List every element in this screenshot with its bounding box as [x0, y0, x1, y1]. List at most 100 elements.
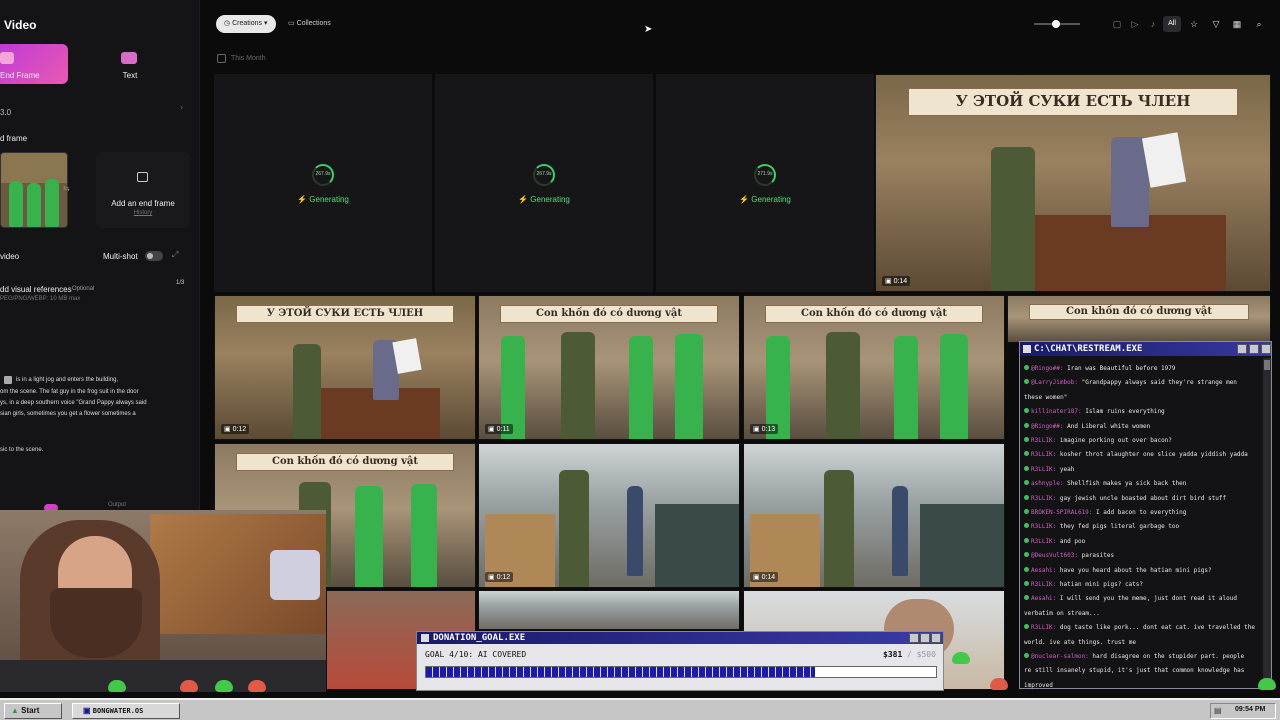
chat-text: improved — [1024, 681, 1053, 689]
chat-scrollbar-thumb[interactable] — [1264, 360, 1270, 370]
add-end-frame-button[interactable]: Add an end frame History — [96, 152, 190, 228]
user-badge-icon — [1024, 566, 1029, 572]
chat-message: R3LLIK: hatian mini pigs? cats? — [1024, 580, 1256, 589]
chat-message: BROKEN-SPIRAL619: I add bacon to everyth… — [1024, 508, 1256, 517]
video-filter-icon[interactable]: ▷ — [1128, 17, 1142, 31]
chat-text: gay jewish uncle boasted about dirt bird… — [1059, 494, 1227, 502]
frog-logo-icon: ▲ — [11, 706, 22, 715]
prompt-line: om the scene. The fat guy in the frog su… — [0, 389, 139, 395]
donation-window-title: DONATION_GOAL.EXE — [417, 632, 943, 644]
video-thumbnail[interactable]: Con khốn đó có dương vật ▣ 0:13 — [743, 295, 1005, 440]
prompt-line: ys, in a deep southern voice "Grand Papp… — [0, 400, 147, 406]
video-thumbnail[interactable] — [478, 590, 740, 630]
chat-window[interactable]: C:\CHAT\RESTREAM.EXE @Ringo##: Iran was … — [1019, 341, 1272, 689]
chat-message: improved — [1024, 681, 1256, 690]
donation-goal-text: GOAL 4/10: AI COVERED — [425, 650, 527, 659]
generating-status: ⚡ Generating — [518, 195, 570, 204]
maximize-button[interactable] — [920, 633, 930, 643]
collections-tab[interactable]: ▭ Collections — [280, 15, 339, 33]
chat-text: re still insanely stupid, it's just that… — [1024, 667, 1245, 675]
user-badge-icon — [1024, 537, 1029, 543]
multishot-toggle[interactable] — [145, 251, 163, 261]
prompt-line: sic to the scene. — [0, 447, 44, 453]
scene-sign: Con khốn đó có dương vật — [499, 304, 719, 323]
swap-icon[interactable]: ⇆ — [63, 184, 70, 193]
chat-username: ashnyple: — [1031, 480, 1064, 488]
model-version[interactable]: 3.0 — [0, 108, 11, 117]
chat-text: Islam ruins everything — [1085, 408, 1165, 416]
close-button[interactable] — [931, 633, 941, 643]
user-badge-icon — [1024, 422, 1029, 428]
collections-label: Collections — [296, 20, 331, 27]
tab-end-frame[interactable]: End Frame — [0, 44, 68, 84]
maximize-button[interactable] — [1249, 344, 1259, 354]
prompt-text-area[interactable]: is in a light jog and enters the buildin… — [0, 374, 196, 464]
chevron-right-icon[interactable]: › — [180, 102, 183, 112]
grid-icon[interactable]: ▦ — [1230, 17, 1244, 31]
creations-dropdown[interactable]: ◷ Creations ▾ — [216, 15, 276, 33]
chat-message: @LarryJimbob: "Grandpappy always said th… — [1024, 378, 1256, 387]
filter-icon[interactable]: ▽ — [1209, 17, 1223, 31]
system-tray: ▤ 09:54 PM — [1210, 703, 1276, 719]
start-button[interactable]: ▲ Start — [4, 703, 62, 719]
star-icon[interactable]: ☆ — [1187, 17, 1201, 31]
chat-text: verbatim on stream... — [1024, 609, 1100, 617]
start-label: Start — [21, 706, 40, 715]
generating-status: ⚡ Generating — [739, 195, 791, 204]
user-badge-icon — [1024, 451, 1029, 457]
user-badge-icon — [1024, 509, 1029, 514]
tray-icon[interactable]: ▤ — [1214, 706, 1222, 715]
video-thumbnail[interactable]: ▣ 0:14 — [743, 443, 1005, 588]
terminal-icon — [1023, 345, 1031, 353]
text-mode-icon — [121, 52, 137, 64]
chat-scrollbar[interactable] — [1263, 358, 1271, 688]
generating-card[interactable]: 267.9s ⚡ Generating — [214, 74, 432, 292]
visual-references-label: dd visual references — [0, 285, 72, 294]
video-thumbnail[interactable]: Con khốn đó có dương vật — [1007, 295, 1271, 343]
chat-message: Aesahi: have you heard about the hatian … — [1024, 566, 1256, 575]
chat-message: re still insanely stupid, it's just that… — [1024, 666, 1256, 675]
user-badge-icon — [1024, 365, 1029, 370]
video-thumbnail[interactable]: ▣ 0:12 — [478, 443, 740, 588]
close-button[interactable] — [1261, 344, 1271, 354]
chat-window-title[interactable]: C:\CHAT\RESTREAM.EXE — [1020, 342, 1271, 356]
tab-text[interactable]: Text — [96, 44, 164, 84]
select-month-checkbox[interactable] — [217, 54, 226, 63]
zoom-slider-handle[interactable] — [1052, 20, 1060, 28]
video-thumbnail[interactable]: У ЭТОЙ СУКИ ЕСТЬ ЧЛЕН ▣ 0:12 — [214, 295, 476, 440]
video-thumbnail[interactable]: Con khốn đó có dương vật ▣ 0:11 — [478, 295, 740, 440]
chat-message: R3LLIK: dog taste like pork... dont eat … — [1024, 623, 1256, 632]
chat-message: these women" — [1024, 393, 1256, 402]
user-badge-icon — [1024, 595, 1029, 601]
elapsed-time: 267.9s — [315, 171, 331, 177]
tab-text-label: Text — [122, 71, 138, 80]
clock: 09:54 PM — [1235, 706, 1266, 713]
generating-card[interactable]: 271.9s ⚡ Generating — [656, 74, 874, 292]
chat-text: Iran was Beautiful before 1979 — [1067, 365, 1176, 372]
start-frame-thumbnail[interactable] — [0, 152, 68, 228]
scene-sign: Con khốn đó có dương vật — [1028, 304, 1250, 320]
video-duration: ▣ 0:11 — [485, 424, 513, 434]
user-badge-icon — [1024, 379, 1029, 385]
chat-text: hard disagree on the stupider part. peop… — [1092, 653, 1245, 660]
audio-filter-icon[interactable]: ♪ — [1146, 17, 1160, 31]
history-link[interactable]: History — [96, 210, 190, 216]
terminal-icon — [421, 634, 429, 642]
prompt-image-icon — [4, 376, 12, 384]
generating-card[interactable]: 267.9s ⚡ Generating — [435, 74, 653, 292]
minimize-button[interactable] — [1237, 344, 1247, 354]
donation-raised: $381 — [883, 650, 903, 659]
filter-all-button[interactable]: All — [1163, 16, 1181, 32]
zoom-slider[interactable] — [1034, 20, 1080, 28]
scene-sign: У ЭТОЙ СУКИ ЕСТЬ ЧЛЕН — [235, 304, 455, 323]
taskbar-app-button[interactable]: ▣ BONGWATER.OS — [72, 703, 180, 719]
minimize-button[interactable] — [909, 633, 919, 643]
video-thumbnail[interactable]: У ЭТОЙ СУКИ ЕСТЬ ЧЛЕН ▣ 0:14 — [875, 74, 1271, 292]
chat-message: R3LLIK: gay jewish uncle boasted about d… — [1024, 494, 1256, 503]
search-icon[interactable]: ⌕ — [1252, 17, 1266, 31]
image-filter-icon[interactable]: ▢ — [1110, 17, 1124, 31]
video-duration: ▣ 0:14 — [882, 276, 911, 286]
chat-message: R3LLIK: and poo — [1024, 537, 1256, 546]
expand-icon[interactable]: ⤢ — [172, 250, 178, 260]
scene-sign: У ЭТОЙ СУКИ ЕСТЬ ЧЛЕН — [907, 87, 1239, 116]
